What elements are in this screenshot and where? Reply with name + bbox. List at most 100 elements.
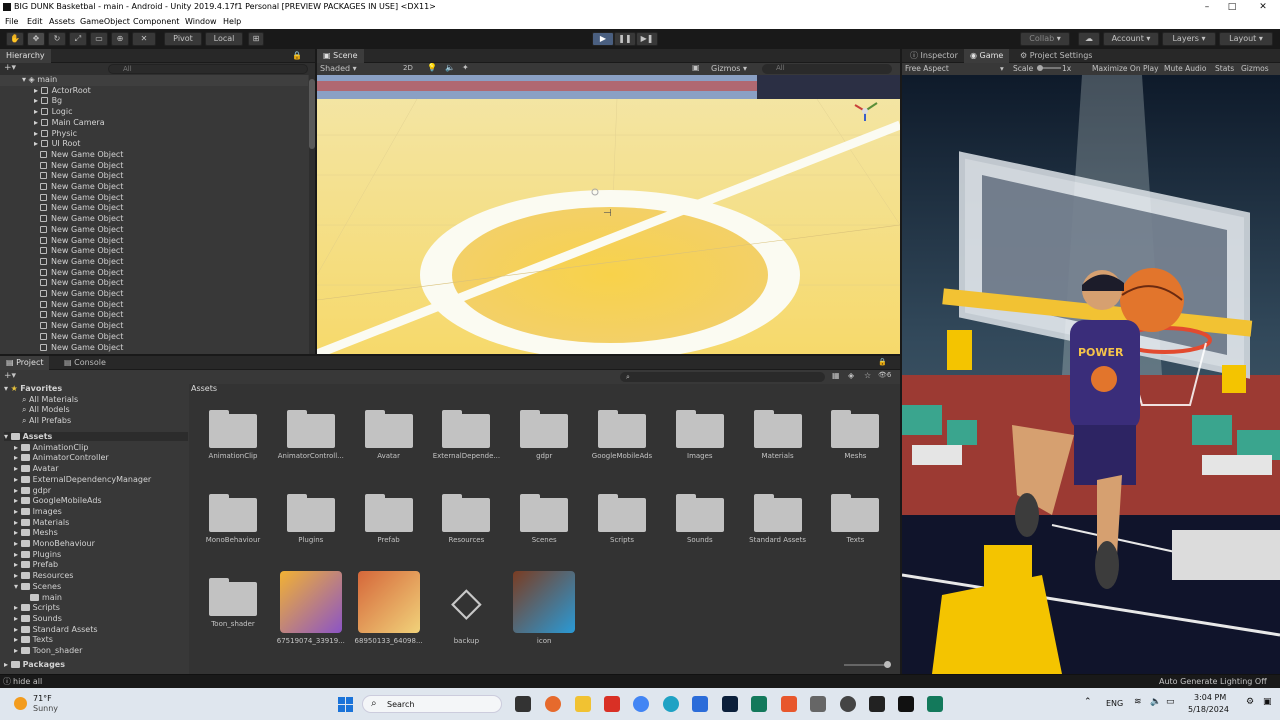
favorite-item[interactable]: ⌕ All Models [22,405,70,415]
tree-folder[interactable]: ▸ Meshs [14,528,58,537]
project-add-icon[interactable]: +▾ [4,371,16,381]
hierarchy-item[interactable]: ▸ Physic [0,129,308,140]
maximize-button[interactable]: □ [1218,1,1246,13]
audio-icon[interactable]: 🔈 [445,63,455,72]
tray-chevron-icon[interactable]: ⌃ [1084,697,1092,707]
hierarchy-item[interactable]: New Game Object [0,332,308,343]
snipping-tool-icon[interactable] [810,696,826,712]
local-toggle[interactable]: Local [205,32,243,46]
expand-arrow-icon[interactable]: ▸ [14,539,21,548]
filter-type-icon[interactable]: ▦ [832,371,840,380]
tree-folder[interactable]: ▸ AnimatorController [14,453,109,462]
tree-folder[interactable]: ▸ MonoBehaviour [14,539,95,548]
expand-arrow-icon[interactable]: ▸ [14,603,21,612]
asset-folder[interactable]: GoogleMobileAds [587,410,657,460]
layout-dropdown[interactable]: Layout ▾ [1219,32,1273,46]
hierarchy-item[interactable]: New Game Object [0,225,308,236]
hand-tool-icon[interactable]: ✋ [6,32,24,46]
hierarchy-item[interactable]: New Game Object [0,268,308,279]
custom-tool-icon[interactable]: ✕ [132,32,156,46]
chrome-icon[interactable] [633,696,649,712]
menu-window[interactable]: Window [185,17,217,26]
tab-console[interactable]: ▤ Console [58,356,112,370]
hierarchy-item[interactable]: New Game Object [0,321,308,332]
hierarchy-item[interactable]: New Game Object [0,161,308,172]
hierarchy-item[interactable]: ▸ Bg [0,96,308,107]
tree-folder[interactable]: ▸ gdpr [14,486,51,495]
favorites-node[interactable]: ▾ ★ Favorites [4,384,62,393]
expand-arrow-icon[interactable]: ▸ [14,560,21,569]
menu-assets[interactable]: Assets [49,17,75,26]
file-explorer-icon[interactable] [575,696,591,712]
mute-audio-toggle[interactable]: Mute Audio [1164,64,1206,73]
app-icon[interactable] [692,696,708,712]
close-button[interactable]: ✕ [1249,1,1277,13]
hierarchy-item[interactable]: New Game Object [0,203,308,214]
asset-folder[interactable]: Materials [743,410,813,460]
tab-project-settings[interactable]: ⚙ Project Settings [1014,49,1098,63]
camera-icon[interactable]: ▣ [692,63,700,72]
add-icon[interactable]: +▾ [4,63,16,73]
asset-folder[interactable]: Resources [431,494,501,544]
scale-tool-icon[interactable]: ⤢ [69,32,87,46]
move-tool-icon[interactable]: ✥ [27,32,45,46]
task-view-icon[interactable] [515,696,531,712]
asset-folder[interactable]: Avatar [354,410,424,460]
expand-arrow-icon[interactable]: ▸ [14,475,21,484]
photoshop-icon[interactable] [722,696,738,712]
hierarchy-search-input[interactable]: All [108,64,308,74]
tree-folder[interactable]: main [30,593,62,602]
hierarchy-item[interactable]: New Game Object [0,182,308,193]
asset-folder[interactable]: Toon_shader [198,578,268,628]
step-button[interactable]: ▶❚ [636,32,658,46]
expand-arrow-icon[interactable]: ▸ [14,453,21,462]
asset-folder[interactable]: Plugins [276,494,346,544]
rotate-tool-icon[interactable]: ↻ [48,32,66,46]
terminal-icon[interactable] [751,696,767,712]
tree-folder[interactable]: ▸ Materials [14,518,69,527]
expand-arrow-icon[interactable]: ▸ [14,571,21,580]
mode-2d-toggle[interactable]: 2D [403,64,413,72]
expand-arrow-icon[interactable]: ▸ [14,486,21,495]
app-2-icon[interactable] [927,696,943,712]
tree-folder[interactable]: ▸ Standard Assets [14,625,98,634]
menu-component[interactable]: Component [133,17,179,26]
asset-item[interactable]: icon [509,571,579,645]
status-message[interactable]: hide all [13,677,42,686]
expand-arrow-icon[interactable]: ▸ [14,464,21,473]
wifi-icon[interactable]: ≋ [1134,697,1142,707]
assets-root-node[interactable]: ▾ Assets [4,432,188,441]
tab-project[interactable]: ▤ Project [0,356,50,370]
asset-folder[interactable]: Sounds [665,494,735,544]
expand-arrow-icon[interactable]: ▸ [14,635,21,644]
clock-date[interactable]: 5/18/2024 [1188,705,1229,714]
unity-editor-icon[interactable] [898,696,914,712]
project-lock-icon[interactable]: 🔒 [878,358,887,366]
tree-folder[interactable]: ▸ ExternalDependencyManager [14,475,151,484]
lock-icon[interactable]: 🔒 [292,51,302,60]
hierarchy-item[interactable]: New Game Object [0,343,308,354]
asset-folder[interactable]: Scenes [509,494,579,544]
rect-tool-icon[interactable]: ▭ [90,32,108,46]
hierarchy-item[interactable]: New Game Object [0,171,308,182]
tab-inspector[interactable]: ⓘ Inspector [904,49,964,63]
hierarchy-item[interactable]: New Game Object [0,278,308,289]
favorite-item[interactable]: ⌕ All Prefabs [22,416,71,426]
expand-arrow-icon[interactable]: ▸ [14,507,21,516]
hierarchy-item[interactable]: New Game Object [0,246,308,257]
hidden-count-badge[interactable]: 👁6 [878,371,891,379]
hierarchy-item[interactable]: New Game Object [0,150,308,161]
hierarchy-item[interactable]: New Game Object [0,289,308,300]
asset-folder[interactable]: Texts [820,494,890,544]
asset-folder[interactable]: Standard Assets [743,494,813,544]
menu-edit[interactable]: Edit [27,17,43,26]
expand-arrow-icon[interactable]: ▸ [34,139,41,148]
tree-folder[interactable]: ▸ Avatar [14,464,59,473]
menu-gameobject[interactable]: GameObject [80,17,130,26]
brave-icon[interactable] [781,696,797,712]
scene-search-input[interactable]: All [762,64,892,74]
tab-hierarchy[interactable]: Hierarchy [0,49,51,63]
icon-size-slider[interactable] [844,661,891,668]
notification-bell-icon[interactable]: ▣ [1263,697,1272,707]
expand-arrow-icon[interactable]: ▸ [34,118,41,127]
